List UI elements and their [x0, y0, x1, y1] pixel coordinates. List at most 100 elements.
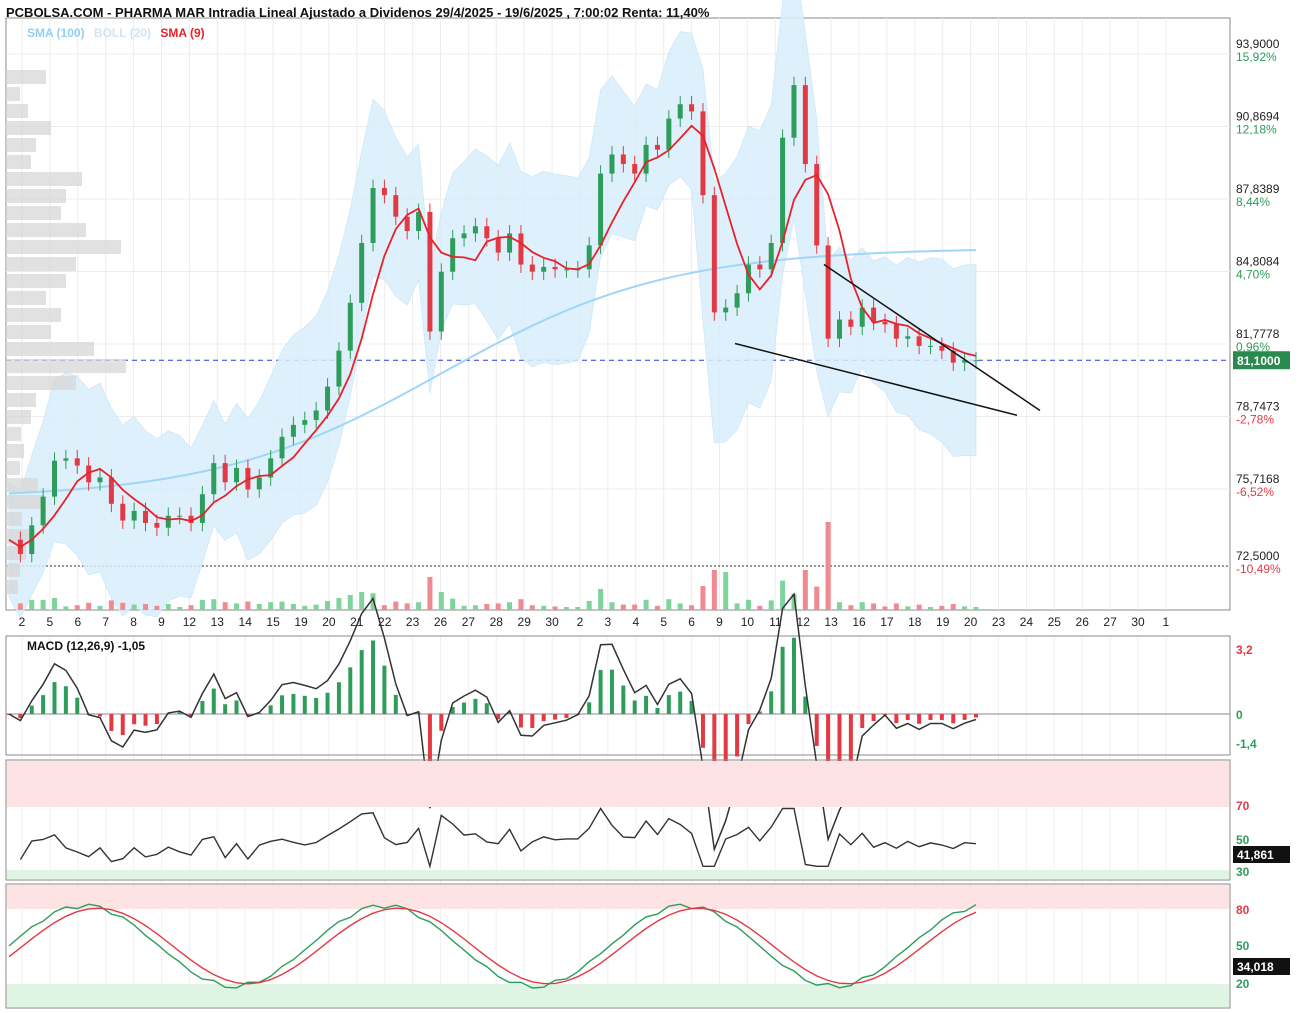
macd-histogram-bar: [109, 714, 114, 732]
candle-body: [882, 321, 888, 325]
price-axis: 93,900015,92% 90,869412,18% 87,83898,44% 84…: [1233, 37, 1290, 576]
candle-body: [757, 264, 763, 270]
volume-bar: [404, 603, 410, 610]
volume-bar: [416, 602, 422, 610]
date-tick-label: 25: [1048, 615, 1062, 629]
date-tick-label: 13: [824, 615, 838, 629]
date-tick-label: 23: [992, 615, 1006, 629]
macd-histogram-bar: [860, 714, 865, 728]
macd-histogram-bar: [132, 714, 137, 725]
legend-boll: BOLL (20): [93, 26, 152, 40]
stock-chart: 93,900015,92%90,869412,18%87,83898,44%84…: [5, 0, 1290, 1009]
date-tick-label: 13: [211, 615, 225, 629]
macd-histogram-bar: [98, 714, 103, 717]
macd-histogram-bar: [234, 700, 239, 714]
panel-tick-label: -1,4: [1236, 737, 1257, 751]
candle-body: [518, 233, 524, 265]
date-tick-label: 7: [102, 615, 109, 629]
volume-bar: [677, 603, 683, 610]
volume-profile-bar: [6, 444, 24, 458]
volume-bar: [711, 570, 717, 610]
candle-body: [495, 238, 501, 253]
date-tick-label: 1: [1163, 615, 1170, 629]
macd-histogram-bar: [211, 688, 216, 714]
volume-profile-bar: [6, 478, 38, 492]
macd-histogram-bar: [974, 714, 978, 718]
macd-histogram-bar: [336, 682, 341, 714]
date-tick-label: 9: [716, 615, 723, 629]
volume-profile-bar: [6, 495, 44, 509]
candle-body: [370, 187, 376, 244]
volume-bar: [950, 604, 956, 610]
macd-histogram-bar: [120, 714, 125, 735]
date-tick-label: 30: [1131, 615, 1145, 629]
candle-body: [541, 266, 547, 272]
volume-bar: [871, 603, 877, 610]
candle-body: [666, 118, 672, 150]
volume-bar: [916, 604, 922, 610]
macd-histogram-bar: [382, 665, 387, 714]
macd-histogram-bar: [644, 695, 649, 714]
date-tick-label: 24: [1020, 615, 1034, 629]
macd-histogram-bar: [359, 650, 364, 714]
percent-tick-label: -2,78%: [1236, 413, 1274, 427]
candle-body: [290, 424, 296, 437]
rsi-oversold-zone: [7, 870, 1229, 879]
current-price-label: 81,1000: [1237, 354, 1281, 368]
percent-tick-label: -10,49%: [1236, 562, 1281, 576]
candle-body: [484, 226, 490, 239]
volume-bar: [939, 605, 945, 610]
panel-tick-label: 20: [1236, 977, 1250, 991]
macd-histogram-bar: [462, 702, 467, 714]
volume-bar: [552, 606, 558, 610]
candle-body: [734, 293, 740, 308]
volume-bar: [222, 602, 228, 610]
candle-body: [427, 211, 433, 332]
volume-bar: [325, 601, 331, 610]
panel-tick-label: 3,2: [1236, 643, 1253, 657]
volume-profile-bar: [6, 257, 76, 271]
date-tick-label: 28: [490, 615, 504, 629]
date-tick-label: 20: [322, 615, 336, 629]
volume-bar: [131, 604, 137, 610]
date-tick-label: 27: [1103, 615, 1117, 629]
macd-histogram-bar: [302, 695, 307, 714]
panel-tick-label: 70: [1236, 799, 1250, 813]
date-tick-label: 8: [130, 615, 137, 629]
macd-histogram-bar: [143, 714, 148, 726]
volume-profile-bar: [6, 580, 18, 594]
candle-body: [461, 233, 467, 239]
candle-body: [620, 154, 626, 165]
date-tick-label: 2: [19, 615, 26, 629]
macd-histogram-bar: [439, 714, 444, 731]
candle-body: [780, 137, 786, 244]
macd-panel: MACD (12,26,9) -1,05 3,2 0 -1,4: [5, 592, 1257, 853]
macd-histogram-bar: [63, 686, 68, 714]
volume-bar: [484, 604, 490, 610]
candle-body: [927, 345, 933, 347]
candle-body: [143, 510, 149, 523]
volume-profile-bar: [6, 359, 126, 373]
volume-bar: [472, 605, 478, 610]
macd-histogram-bar: [928, 714, 933, 721]
candle-body: [234, 467, 240, 483]
volume-bar: [666, 599, 672, 610]
volume-bar: [848, 605, 854, 610]
candle-body: [165, 515, 171, 528]
macd-histogram-bar: [962, 714, 967, 720]
macd-histogram-bar: [553, 714, 558, 720]
volume-bar: [302, 605, 308, 610]
volume-bar: [108, 600, 114, 610]
volume-bar: [609, 602, 615, 610]
volume-bar: [199, 599, 205, 610]
candle-body: [177, 515, 183, 517]
volume-bar: [632, 604, 638, 610]
volume-bar: [336, 598, 342, 610]
price-tick-label: 90,8694: [1236, 110, 1280, 124]
volume-profile-bar: [6, 104, 28, 118]
panel-tick-label: 0: [1236, 708, 1243, 722]
macd-histogram-bar: [735, 714, 740, 757]
date-tick-label: 5: [47, 615, 54, 629]
candle-body: [905, 336, 911, 339]
macd-histogram-bar: [632, 700, 637, 714]
